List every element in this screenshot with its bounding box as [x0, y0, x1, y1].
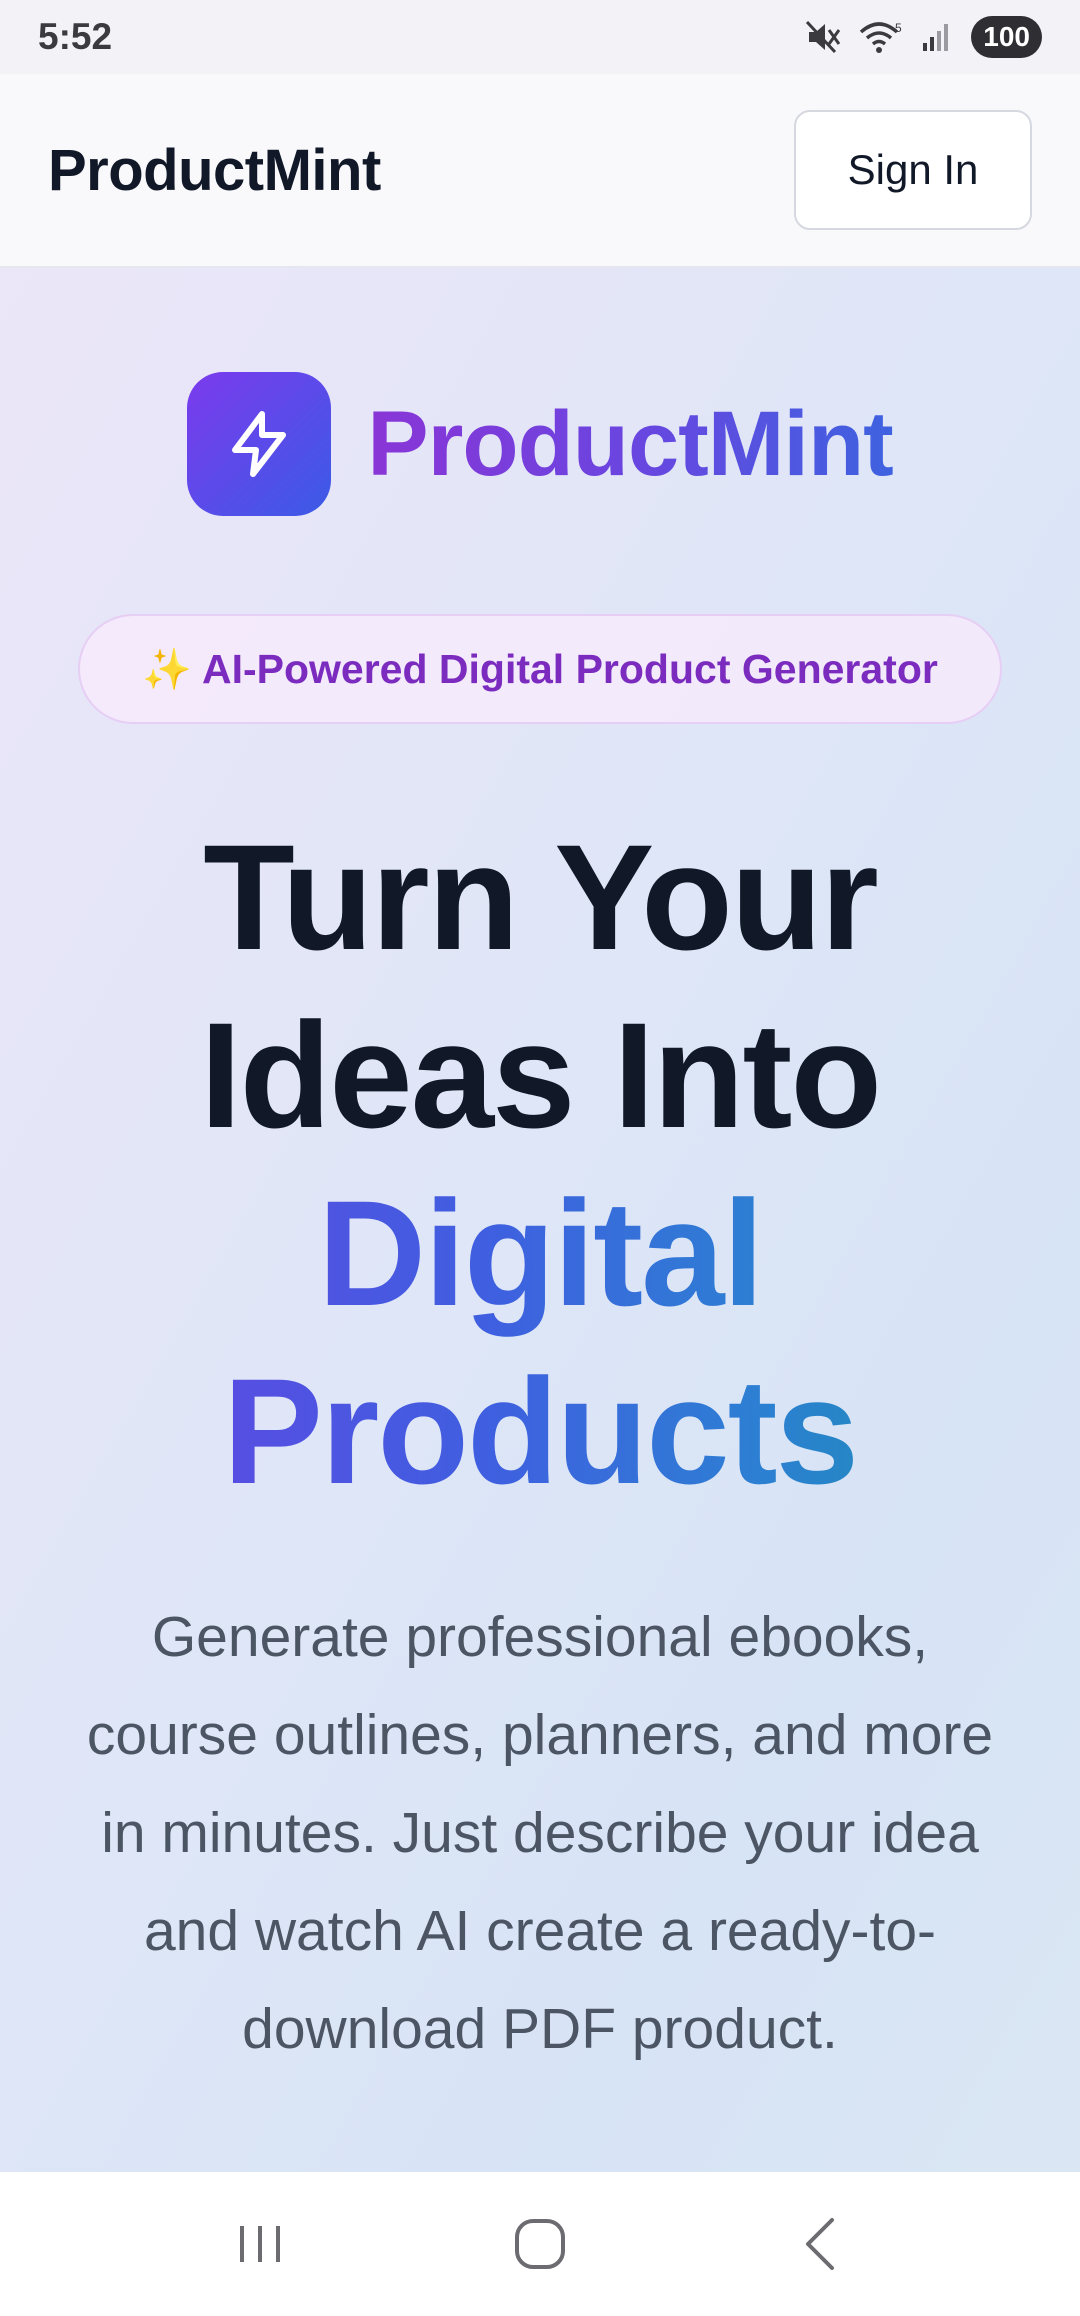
wifi-icon: 5 — [859, 20, 903, 54]
status-time: 5:52 — [38, 16, 113, 57]
sparkles-icon: ✨ — [142, 647, 192, 692]
mute-icon — [805, 20, 841, 54]
signal-icon — [921, 21, 953, 53]
hero-section: ProductMint ✨ AI-Powered Digital Product… — [0, 268, 1080, 2172]
headline-line-3: Digital — [0, 1164, 1080, 1342]
sign-in-button[interactable]: Sign In — [794, 110, 1032, 230]
lightning-bolt-icon — [187, 372, 332, 516]
status-bar: 5:52 5 100 — [0, 0, 1080, 74]
logo-row: ProductMint — [0, 372, 1080, 516]
hero-description: Generate professional ebooks, course out… — [86, 1605, 994, 2061]
status-icons: 5 100 — [805, 16, 1042, 58]
headline-line-4: Products — [0, 1342, 1080, 1520]
battery-indicator: 100 — [971, 16, 1042, 58]
recent-apps-icon[interactable] — [210, 2204, 310, 2284]
badge-text: AI-Powered Digital Product Generator — [201, 645, 938, 692]
system-nav-bar — [0, 2172, 1080, 2316]
ai-badge: ✨ AI-Powered Digital Product Generator — [78, 614, 1002, 724]
svg-text:5: 5 — [895, 21, 902, 35]
headline-line-2: Ideas Into — [199, 991, 882, 1159]
logo-text: ProductMint — [367, 392, 894, 495]
header-brand[interactable]: ProductMint — [48, 137, 381, 204]
hero-headline: Turn Your Ideas Into Digital Products — [0, 808, 1080, 1520]
headline-line-1: Turn Your — [203, 813, 879, 981]
home-icon[interactable] — [490, 2204, 590, 2284]
back-icon[interactable] — [770, 2204, 870, 2284]
app-header: ProductMint Sign In — [0, 74, 1080, 268]
